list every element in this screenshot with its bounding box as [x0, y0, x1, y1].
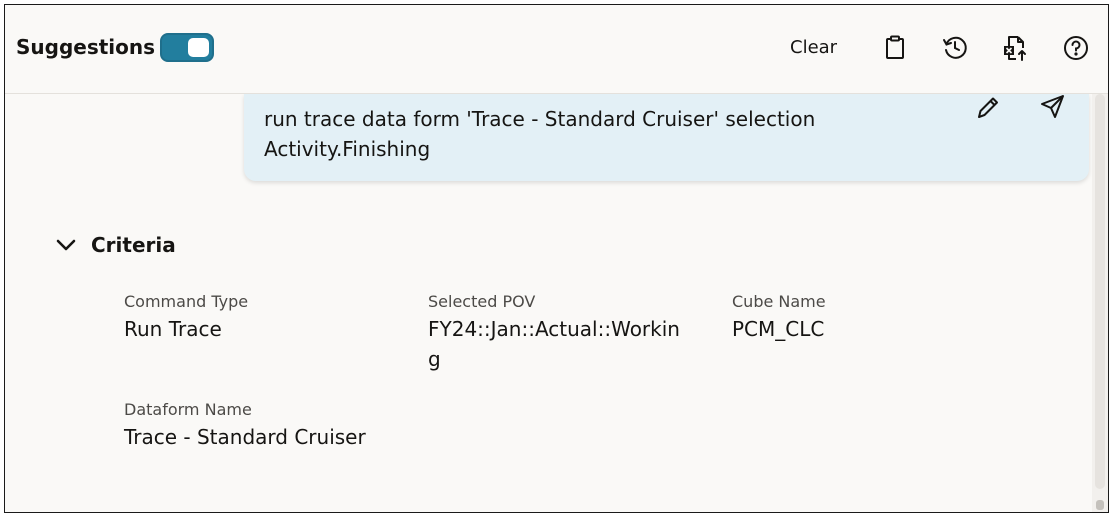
export-excel-icon[interactable]	[1000, 33, 1030, 63]
field-value: Trace - Standard Cruiser	[124, 425, 366, 449]
field-label: Cube Name	[732, 292, 826, 311]
send-icon[interactable]	[1036, 94, 1070, 124]
panel-title: Suggestions	[16, 35, 156, 59]
clipboard-icon[interactable]	[880, 33, 910, 63]
field-label: Command Type	[124, 292, 249, 311]
field-selected-pov: Selected POV FY24::Jan::Actual::Working	[428, 292, 690, 374]
criteria-section-toggle[interactable]: Criteria	[53, 232, 176, 258]
field-cube-name: Cube Name PCM_CLC	[732, 292, 1012, 344]
toggle-knob	[188, 38, 209, 57]
scroll-down-icon[interactable]	[1096, 500, 1104, 510]
clear-button[interactable]: Clear	[784, 35, 843, 60]
field-label: Dataform Name	[124, 400, 252, 419]
field-command-type: Command Type Run Trace	[124, 292, 404, 344]
help-icon[interactable]	[1061, 33, 1091, 63]
criteria-title: Criteria	[91, 233, 176, 257]
field-value: FY24::Jan::Actual::Working	[428, 317, 680, 371]
history-icon[interactable]	[940, 33, 970, 63]
field-dataform-name: Dataform Name Trace - Standard Cruiser	[124, 400, 424, 452]
suggestions-panel: Suggestions Clear run trace data form 'T…	[4, 4, 1109, 513]
panel-header: Suggestions Clear	[5, 5, 1108, 94]
vertical-scrollbar[interactable]	[1092, 94, 1108, 512]
message-bubble: run trace data form 'Trace - Standard Cr…	[244, 94, 1089, 181]
chevron-down-icon	[56, 239, 76, 251]
conversation-scroll-area: run trace data form 'Trace - Standard Cr…	[5, 94, 1108, 512]
field-value: Run Trace	[124, 317, 222, 341]
field-value: PCM_CLC	[732, 317, 825, 341]
scrollbar-thumb[interactable]	[1095, 94, 1105, 489]
edit-icon[interactable]	[971, 94, 1005, 124]
message-text: run trace data form 'Trace - Standard Cr…	[264, 107, 816, 161]
field-label: Selected POV	[428, 292, 536, 311]
suggestions-toggle[interactable]	[160, 33, 214, 62]
